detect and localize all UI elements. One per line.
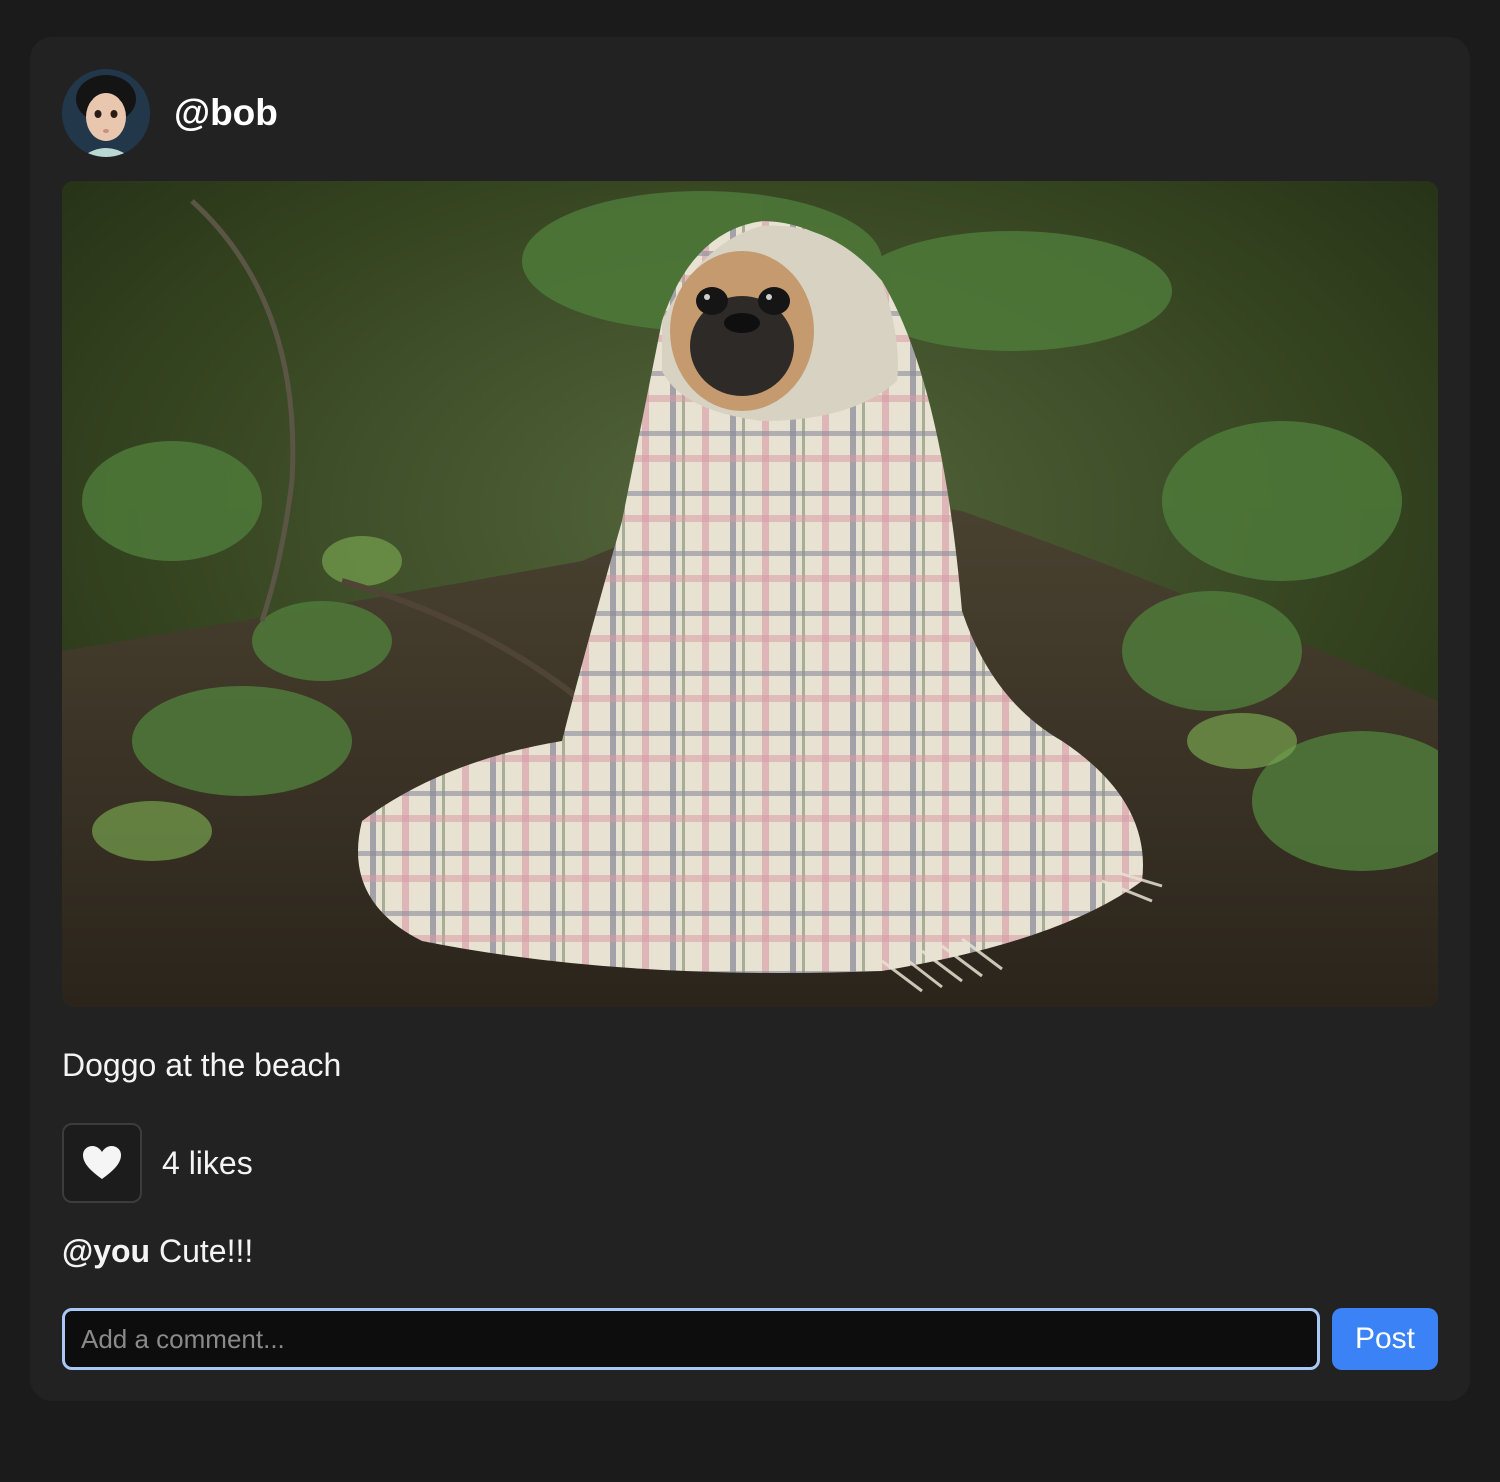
post-header: @bob [62,69,278,157]
like-row: 4 likes [62,1123,253,1203]
post-username[interactable]: @bob [174,92,278,134]
comment-form: Post [62,1308,1438,1370]
comment-input[interactable] [62,1308,1320,1370]
like-count: 4 likes [162,1144,253,1181]
post-caption: Doggo at the beach [62,1047,342,1083]
post-card: @bob Doggo at the beach 4 likes @you Cut… [30,37,1470,1401]
comment-author[interactable]: @you [62,1233,150,1269]
heart-icon [83,1146,121,1179]
comment-item: @you Cute!!! [62,1233,253,1270]
comment-text: Cute!!! [150,1233,254,1269]
like-button[interactable] [62,1123,142,1203]
post-image [62,181,1438,1007]
post-button[interactable]: Post [1332,1308,1438,1370]
avatar[interactable] [62,69,150,157]
